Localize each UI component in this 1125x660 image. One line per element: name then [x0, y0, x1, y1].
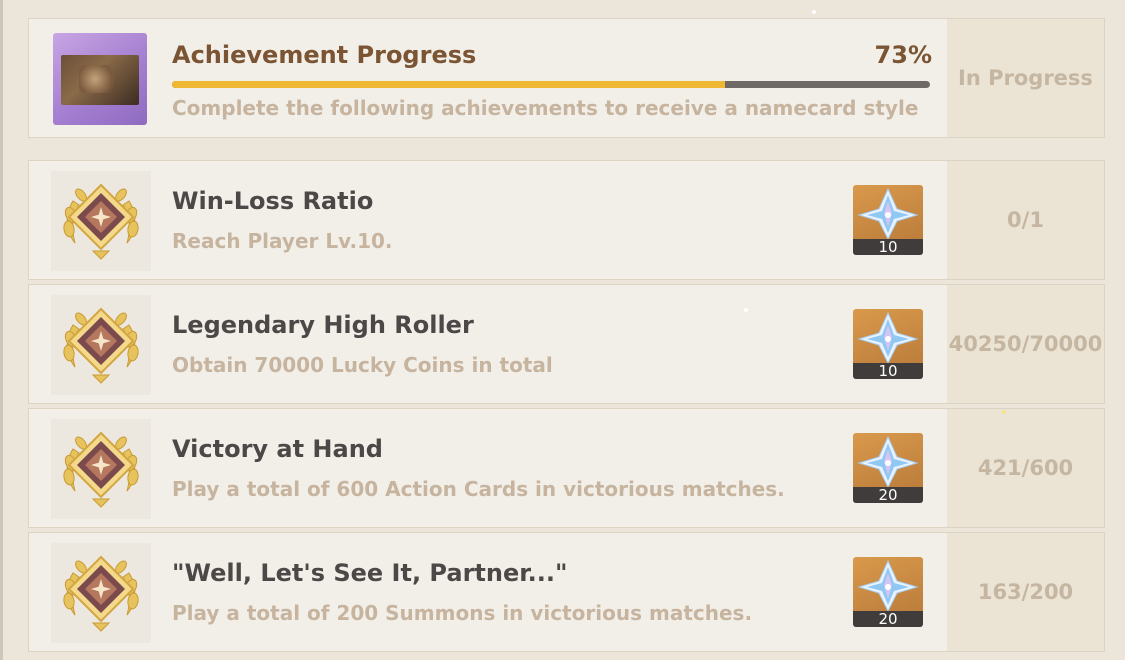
primogem-reward[interactable]: 10: [853, 185, 923, 255]
primogem-reward[interactable]: 20: [853, 557, 923, 627]
summary-title: Achievement Progress: [172, 41, 477, 69]
achievement-panel: Achievement Progress 73% Complete the fo…: [0, 0, 1125, 660]
reward-quantity: 20: [853, 611, 923, 627]
achievement-requirement: Play a total of 200 Summons in victoriou…: [172, 601, 753, 625]
summary-percent: 73%: [874, 41, 932, 69]
summary-progress-bar: [172, 81, 930, 88]
achievement-laurel-badge-icon: [51, 295, 151, 395]
sparkle-decoration: [1002, 410, 1006, 414]
sparkle-decoration: [812, 10, 816, 14]
achievement-progress: 0/1: [947, 161, 1104, 279]
achievement-laurel-badge-icon: [51, 419, 151, 519]
reward-quantity: 20: [853, 487, 923, 503]
achievement-name: Legendary High Roller: [172, 311, 474, 339]
summary-description: Complete the following achievements to r…: [172, 96, 919, 120]
summary-status: In Progress: [947, 19, 1104, 137]
achievement-requirement: Reach Player Lv.10.: [172, 229, 393, 253]
achievement-name: Victory at Hand: [172, 435, 383, 463]
achievement-progress: 163/200: [947, 533, 1104, 651]
achievement-requirement: Obtain 70000 Lucky Coins in total: [172, 353, 553, 377]
summary-progress-fill: [172, 81, 726, 88]
primogem-reward[interactable]: 20: [853, 433, 923, 503]
achievement-name: "Well, Let's See It, Partner...": [172, 559, 568, 587]
achievement-progress: 40250/70000: [947, 285, 1104, 403]
achievement-row[interactable]: Victory at Hand Play a total of 600 Acti…: [28, 408, 1105, 528]
sparkle-decoration: [744, 308, 748, 312]
achievement-laurel-badge-icon: [51, 171, 151, 271]
primogem-reward[interactable]: 10: [853, 309, 923, 379]
achievement-laurel-badge-icon: [51, 543, 151, 643]
achievement-requirement: Play a total of 600 Action Cards in vict…: [172, 477, 785, 501]
achievement-summary-card: Achievement Progress 73% Complete the fo…: [28, 18, 1105, 138]
reward-quantity: 10: [853, 363, 923, 379]
reward-quantity: 10: [853, 239, 923, 255]
achievement-name: Win-Loss Ratio: [172, 187, 374, 215]
achievement-row[interactable]: "Well, Let's See It, Partner..." Play a …: [28, 532, 1105, 652]
panel-edge: [0, 0, 3, 660]
achievement-progress: 421/600: [947, 409, 1104, 527]
namecard-thumbnail: [53, 33, 147, 125]
achievement-row[interactable]: Win-Loss Ratio Reach Player Lv.10. 10 0/…: [28, 160, 1105, 280]
achievement-row[interactable]: Legendary High Roller Obtain 70000 Lucky…: [28, 284, 1105, 404]
namecard-art-icon: [61, 55, 139, 105]
